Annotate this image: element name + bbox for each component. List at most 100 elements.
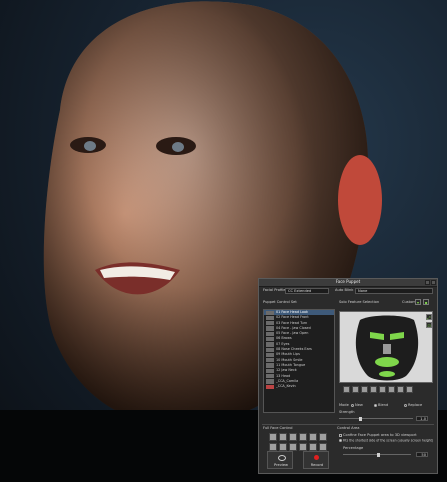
list-item-label: 07 Eyes — [276, 341, 290, 346]
custom-label: Custom — [402, 300, 416, 304]
preview-label: Preview — [274, 463, 288, 467]
list-item-label: 04 Face - Jaw Closed — [276, 325, 311, 330]
feature-thumb[interactable] — [397, 386, 404, 393]
strength-slider[interactable] — [339, 416, 413, 421]
list-item-label: 10 Mouth Smile — [276, 357, 303, 362]
list-item-label: 05 Face - Jaw Open — [276, 331, 309, 336]
puppet-control-set-label: Puppet Control Set — [263, 300, 297, 304]
face-profile-select[interactable]: CC Extended — [285, 287, 329, 294]
feature-thumb[interactable] — [388, 386, 395, 393]
list-item-thumb — [266, 315, 274, 321]
face-thumb[interactable] — [279, 443, 287, 451]
face-thumb[interactable] — [299, 443, 307, 451]
list-item-thumb — [266, 358, 274, 363]
fit-label: Fits the shortest side of the screen (us… — [343, 438, 434, 443]
panel-titlebar[interactable]: Face Puppet — [259, 279, 437, 287]
list-item-label: 11 Mouth Tongue — [276, 362, 306, 367]
list-item-label: _CCA_Kevin — [276, 384, 296, 389]
custom-dropdown-icon[interactable]: ▾ — [415, 298, 421, 305]
confine-checkbox[interactable]: Confine Face Puppet area to 3D viewport — [339, 433, 417, 437]
radio-icon — [351, 403, 354, 407]
list-item-label: 01 Face Head Look — [276, 310, 309, 314]
list-item-thumb — [266, 310, 274, 315]
percentage-slider[interactable] — [343, 452, 411, 457]
feature-thumb[interactable] — [406, 386, 413, 393]
puppet-control-list[interactable]: 01 Face Head Look 02 Face Head Front 03 … — [263, 309, 335, 413]
list-item-thumb — [266, 347, 274, 352]
strength-value[interactable]: 1.0 — [416, 415, 428, 421]
panel-title: Face Puppet — [335, 279, 361, 284]
list-item-thumb — [266, 368, 274, 374]
auto-blink-label: Auto Blink — [335, 288, 354, 292]
solo-feature-label: Solo Feature Selection — [339, 300, 380, 304]
minimize-button[interactable] — [425, 280, 430, 285]
face-thumb[interactable] — [319, 443, 327, 451]
percentage-slider-knob[interactable] — [377, 452, 380, 457]
face-thumb[interactable] — [289, 443, 297, 451]
feature-thumbnails — [343, 386, 415, 394]
list-item-thumb — [266, 374, 274, 379]
divider — [262, 424, 434, 425]
auto-blink-select[interactable]: None — [355, 287, 433, 294]
list-item-label: 03 Face Head Turn — [276, 320, 308, 325]
record-button[interactable]: Record — [303, 451, 329, 469]
face-thumb[interactable] — [309, 433, 317, 441]
face-thumb[interactable] — [299, 433, 307, 441]
control-area-label: Control Area — [337, 426, 360, 430]
list-item[interactable]: _CCA_Kevin — [264, 384, 334, 389]
face-thumb[interactable] — [269, 433, 277, 441]
list-item-thumb — [266, 384, 274, 389]
list-item-label: 13 Head — [276, 373, 291, 378]
list-item-label: _CCA_Camila — [276, 378, 299, 383]
record-label: Record — [310, 463, 324, 467]
face-thumb[interactable] — [279, 433, 287, 441]
feature-thumb[interactable] — [352, 386, 359, 393]
face-thumb[interactable] — [309, 443, 317, 451]
mode-replace-label: Replace — [408, 403, 423, 407]
mode-replace-radio[interactable]: Replace — [404, 403, 422, 407]
list-item-thumb — [266, 363, 274, 368]
eye-icon — [278, 455, 286, 461]
list-item-label: 09 Mouth Lips — [276, 352, 300, 357]
mode-blend-label: Blend — [378, 403, 389, 407]
list-item-thumb — [266, 336, 274, 342]
close-button[interactable] — [431, 280, 436, 285]
list-item-thumb — [266, 352, 274, 358]
percentage-value[interactable]: 50 — [416, 451, 428, 457]
mode-label: Mode — [339, 403, 349, 407]
full-face-thumbnails — [269, 433, 329, 442]
fit-option[interactable]: Fits the shortest side of the screen (us… — [339, 439, 433, 443]
strength-label: Strength — [339, 410, 355, 414]
feature-thumb[interactable] — [361, 386, 368, 393]
confine-label: Confine Face Puppet area to 3D viewport — [343, 433, 417, 437]
face-thumb[interactable] — [319, 433, 327, 441]
checkbox-icon — [339, 433, 342, 437]
feature-thumb[interactable] — [370, 386, 377, 393]
fit-icon[interactable]: ⊡ — [426, 322, 432, 328]
record-icon — [314, 454, 319, 460]
preview-button[interactable]: Preview — [267, 451, 293, 469]
list-item-thumb — [266, 326, 274, 331]
feature-thumb[interactable] — [379, 386, 386, 393]
list-item-label: 02 Face Head Front — [276, 315, 309, 320]
list-scrollbar[interactable] — [334, 310, 335, 413]
face-thumb[interactable] — [269, 443, 277, 451]
radio-icon — [339, 439, 342, 442]
save-icon[interactable]: ▪ — [423, 298, 429, 305]
list-item-thumb — [266, 321, 274, 326]
strength-slider-knob[interactable] — [359, 416, 362, 421]
feature-thumb[interactable] — [343, 386, 350, 393]
mode-blend-radio[interactable]: Blend — [374, 403, 388, 407]
face-feature-viewer[interactable]: ⤢ ⊡ — [339, 311, 433, 383]
mode-new-label: New — [355, 403, 363, 407]
radio-icon — [404, 403, 407, 407]
percentage-label: Percentage — [343, 446, 364, 450]
mode-new-radio[interactable]: New — [351, 403, 363, 407]
radio-icon — [374, 403, 377, 407]
full-face-label: Full Face Control — [263, 426, 293, 430]
face-thumb[interactable] — [289, 433, 297, 441]
list-item-thumb — [266, 331, 274, 336]
expand-icon[interactable]: ⤢ — [426, 314, 432, 320]
list-item-thumb — [266, 342, 274, 347]
list-item-label: 06 Brows — [276, 336, 292, 341]
